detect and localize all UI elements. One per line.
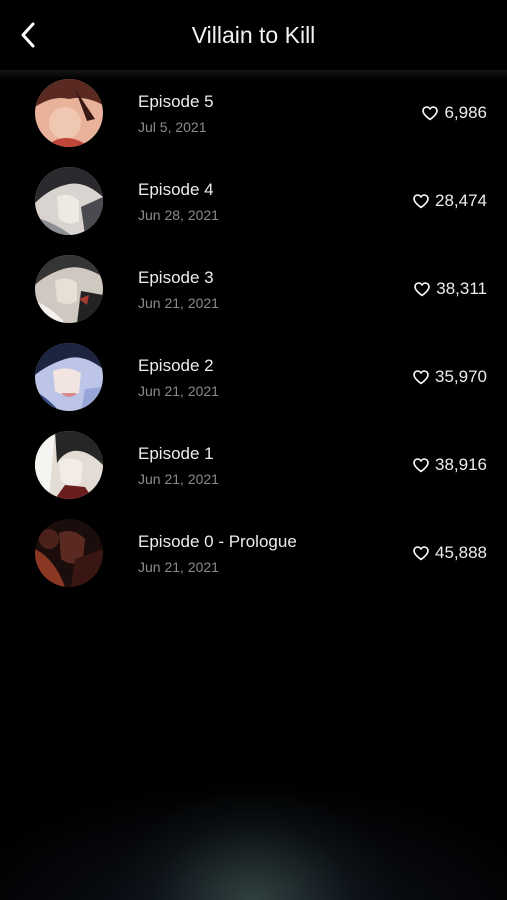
episode-row[interactable]: Episode 3 Jun 21, 2021 38,311 xyxy=(0,246,507,334)
heart-outline-icon xyxy=(413,545,429,560)
heart-outline-icon xyxy=(413,369,429,384)
episode-date: Jun 21, 2021 xyxy=(138,295,219,311)
like-count: 45,888 xyxy=(435,543,487,562)
episode-thumbnail xyxy=(35,343,103,411)
episode-title: Episode 1 xyxy=(138,444,214,463)
episode-title: Episode 4 xyxy=(138,180,214,199)
episode-title: Episode 0 - Prologue xyxy=(138,532,297,551)
like-count: 6,986 xyxy=(444,103,487,122)
top-bar: Villain to Kill xyxy=(0,0,507,70)
episode-thumbnail xyxy=(35,167,103,235)
likes-counter: 6,986 xyxy=(422,102,487,124)
heart-outline-icon xyxy=(413,193,429,208)
heart-outline-icon xyxy=(414,281,431,296)
episode-date: Jun 21, 2021 xyxy=(138,559,219,575)
like-count: 28,474 xyxy=(435,191,487,210)
episode-thumbnail xyxy=(35,79,103,147)
likes-counter: 35,970 xyxy=(413,366,487,388)
episode-title: Episode 5 xyxy=(138,92,214,111)
episode-row[interactable]: Episode 5 Jul 5, 2021 6,986 xyxy=(0,70,507,158)
episode-thumbnail xyxy=(35,431,103,499)
likes-counter: 38,916 xyxy=(413,454,487,476)
episode-row[interactable]: Episode 4 Jun 28, 2021 28,474 xyxy=(0,158,507,246)
heart-outline-icon xyxy=(413,457,429,472)
episode-date: Jun 28, 2021 xyxy=(138,207,219,223)
background-glow xyxy=(0,600,507,900)
episode-thumbnail xyxy=(35,255,103,323)
page-title: Villain to Kill xyxy=(191,22,316,48)
episode-row[interactable]: Episode 0 - Prologue Jun 21, 2021 45,888 xyxy=(0,510,507,598)
heart-outline-icon xyxy=(422,105,439,120)
likes-counter: 45,888 xyxy=(413,542,487,564)
episode-title: Episode 2 xyxy=(138,356,214,375)
likes-counter: 28,474 xyxy=(413,190,487,212)
episode-date: Jun 21, 2021 xyxy=(138,471,219,487)
likes-counter: 38,311 xyxy=(414,278,487,300)
like-count: 35,970 xyxy=(435,367,487,386)
episode-list: Episode 5 Jul 5, 2021 6,986 Episode 4 Ju… xyxy=(0,70,507,598)
episode-title: Episode 3 xyxy=(138,268,214,287)
like-count: 38,311 xyxy=(436,279,487,298)
episode-row[interactable]: Episode 2 Jun 21, 2021 35,970 xyxy=(0,334,507,422)
episode-row[interactable]: Episode 1 Jun 21, 2021 38,916 xyxy=(0,422,507,510)
episode-thumbnail xyxy=(35,519,103,587)
like-count: 38,916 xyxy=(435,455,487,474)
episode-date: Jul 5, 2021 xyxy=(138,119,207,135)
episode-date: Jun 21, 2021 xyxy=(138,383,219,399)
